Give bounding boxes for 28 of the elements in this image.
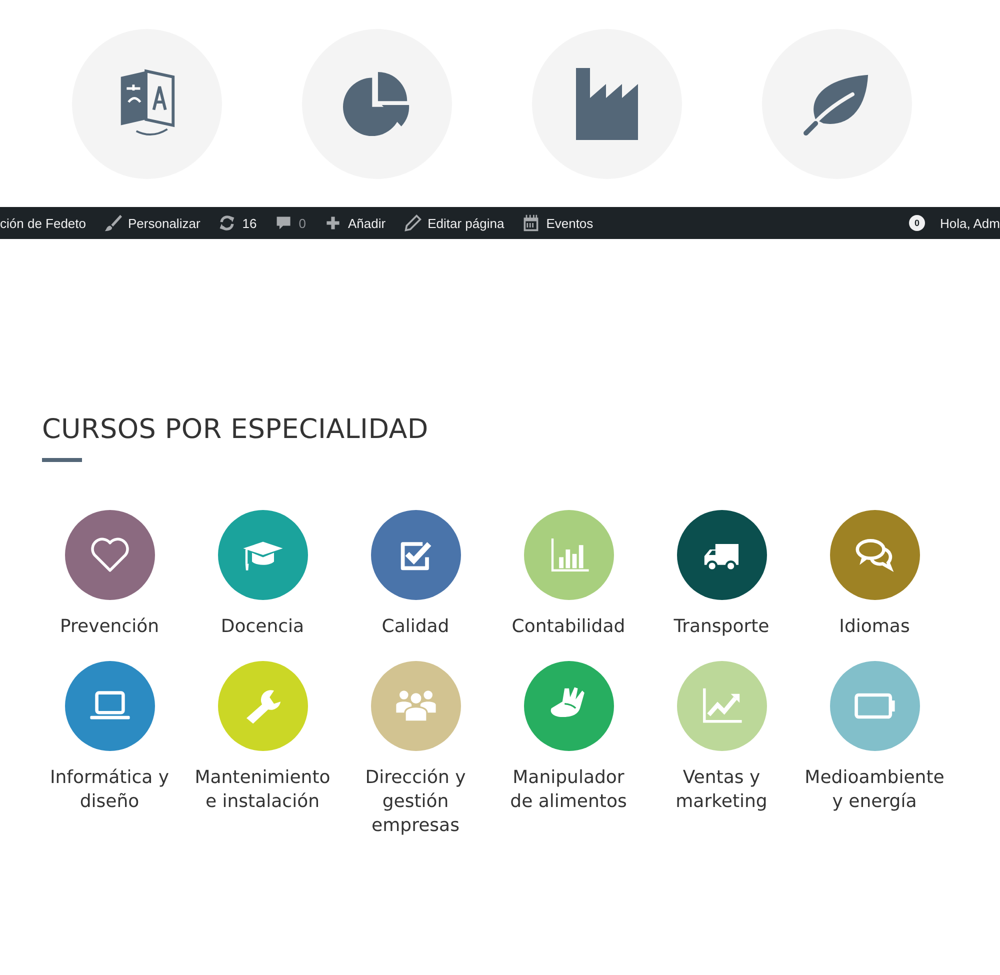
category-link[interactable]: Ventas y marketing (676, 766, 768, 814)
brush-icon (104, 214, 122, 232)
refresh-icon (218, 214, 236, 232)
pencil-icon (404, 214, 422, 232)
pie-chart-icon (343, 70, 411, 138)
category-link[interactable]: Dirección y gestión empresas (365, 766, 466, 838)
plus-icon (324, 214, 342, 232)
notification-badge[interactable]: 0 (909, 215, 926, 231)
toolbar-item[interactable]: ción de Fedeto (0, 207, 96, 239)
category-link[interactable]: Contabilidad (512, 615, 626, 639)
category-link[interactable]: Prevención (60, 615, 160, 639)
calendar-icon (522, 214, 540, 232)
section-heading: CURSOS POR ESPECIALIDAD (42, 413, 430, 447)
category-link[interactable]: Medioambiente y energía (804, 766, 944, 814)
toolbar-item[interactable]: Añadir (314, 207, 395, 239)
category-link[interactable]: Transporte (674, 615, 770, 639)
category-link[interactable]: Manipulador de alimentos (510, 766, 627, 814)
category-link[interactable]: Docencia (220, 615, 304, 639)
category-link[interactable]: Mantenimiento e instalación (194, 766, 330, 814)
speech-bubble-icon (274, 214, 293, 232)
toolbar-item[interactable]: Personalizar (95, 207, 210, 239)
category-link[interactable]: Calidad (382, 615, 450, 639)
toolbar-item[interactable]: Editar página (394, 207, 514, 239)
toolbar-item[interactable]: 16 (209, 207, 266, 239)
toolbar-item[interactable]: Eventos (513, 207, 602, 239)
account-link[interactable]: Hola, Adm (937, 216, 1000, 230)
category-link[interactable]: Idiomas (839, 615, 910, 639)
category-link[interactable]: Informática y diseño (50, 766, 170, 814)
